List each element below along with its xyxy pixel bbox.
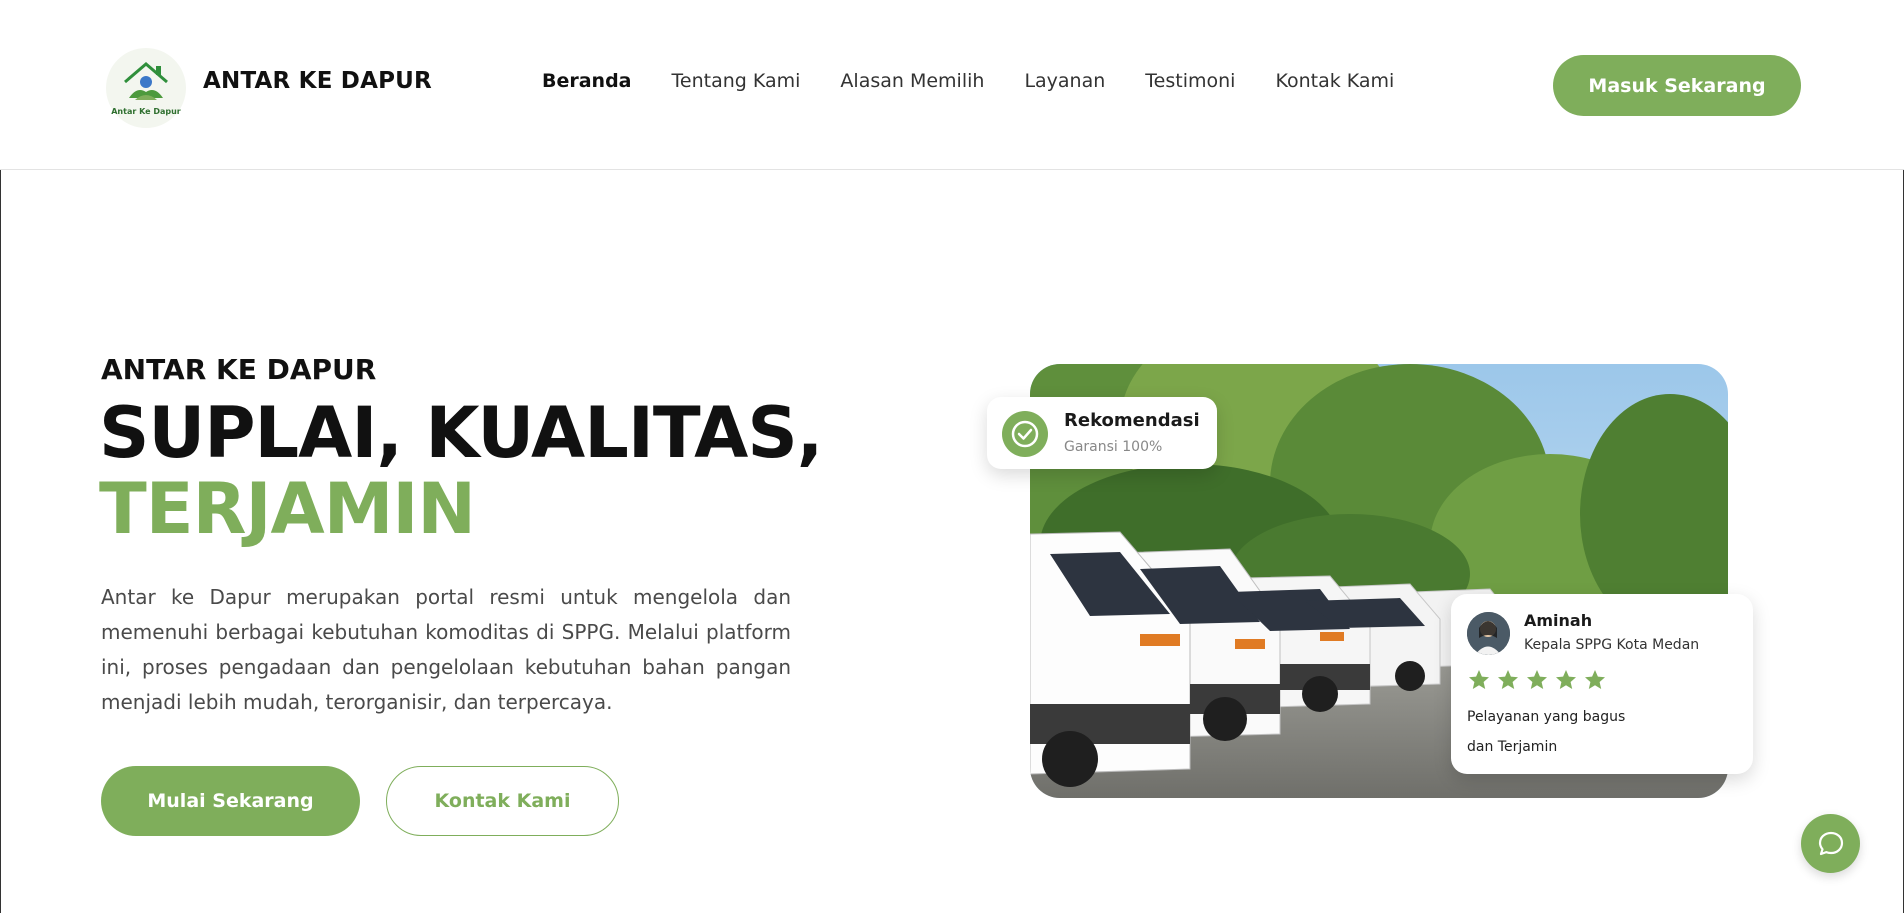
star-icon [1469, 670, 1489, 689]
testimonial-quote: Pelayanan yang bagus dan Terjamin [1467, 702, 1667, 762]
chat-bubble-icon [1818, 831, 1843, 855]
nav-item-layanan[interactable]: Layanan [1024, 70, 1105, 92]
badge-title: Rekomendasi [1064, 410, 1200, 431]
star-icon [1556, 670, 1576, 689]
nav-item-tentang-kami[interactable]: Tentang Kami [672, 70, 801, 92]
star-icon [1585, 670, 1605, 689]
main-nav: Beranda Tentang Kami Alasan Memilih Laya… [542, 70, 1394, 92]
logo-house-icon [124, 62, 168, 100]
avatar [1467, 612, 1510, 655]
testimonial-quote-line1: Pelayanan yang bagus [1467, 709, 1626, 725]
testimonial-name: Aminah [1524, 611, 1593, 630]
login-button[interactable]: Masuk Sekarang [1553, 55, 1801, 116]
site-header: Antar Ke Dapur ANTAR KE DAPUR Beranda Te… [0, 0, 1904, 170]
logo[interactable]: Antar Ke Dapur [106, 48, 186, 128]
check-circle-icon [1002, 411, 1048, 457]
hero-description: Antar ke Dapur merupakan portal resmi un… [101, 585, 791, 714]
nav-item-alasan-memilih[interactable]: Alasan Memilih [840, 70, 984, 92]
contact-button[interactable]: Kontak Kami [386, 766, 619, 836]
hero-headline-line1: SUPLAI, KUALITAS, [99, 392, 823, 474]
star-icon [1527, 670, 1547, 689]
nav-item-kontak-kami[interactable]: Kontak Kami [1275, 70, 1394, 92]
testimonial-card: Aminah Kepala SPPG Kota Medan Pelayanan … [1451, 594, 1753, 774]
hero-eyebrow: ANTAR KE DAPUR [101, 353, 377, 386]
chat-button[interactable] [1801, 814, 1860, 873]
nav-item-beranda[interactable]: Beranda [542, 70, 632, 92]
brand-name[interactable]: ANTAR KE DAPUR [203, 68, 432, 94]
testimonial-role: Kepala SPPG Kota Medan [1524, 637, 1700, 653]
star-icon [1498, 670, 1518, 689]
rating-stars [1467, 668, 1607, 692]
nav-item-testimoni[interactable]: Testimoni [1145, 70, 1235, 92]
recommendation-badge: Rekomendasi Garansi 100% [987, 397, 1217, 469]
badge-subtitle: Garansi 100% [1064, 439, 1163, 455]
start-button[interactable]: Mulai Sekarang [101, 766, 360, 836]
testimonial-quote-line2: dan Terjamin [1467, 739, 1558, 755]
logo-caption: Antar Ke Dapur [111, 107, 181, 116]
hero-headline-line2: TERJAMIN [99, 468, 476, 550]
